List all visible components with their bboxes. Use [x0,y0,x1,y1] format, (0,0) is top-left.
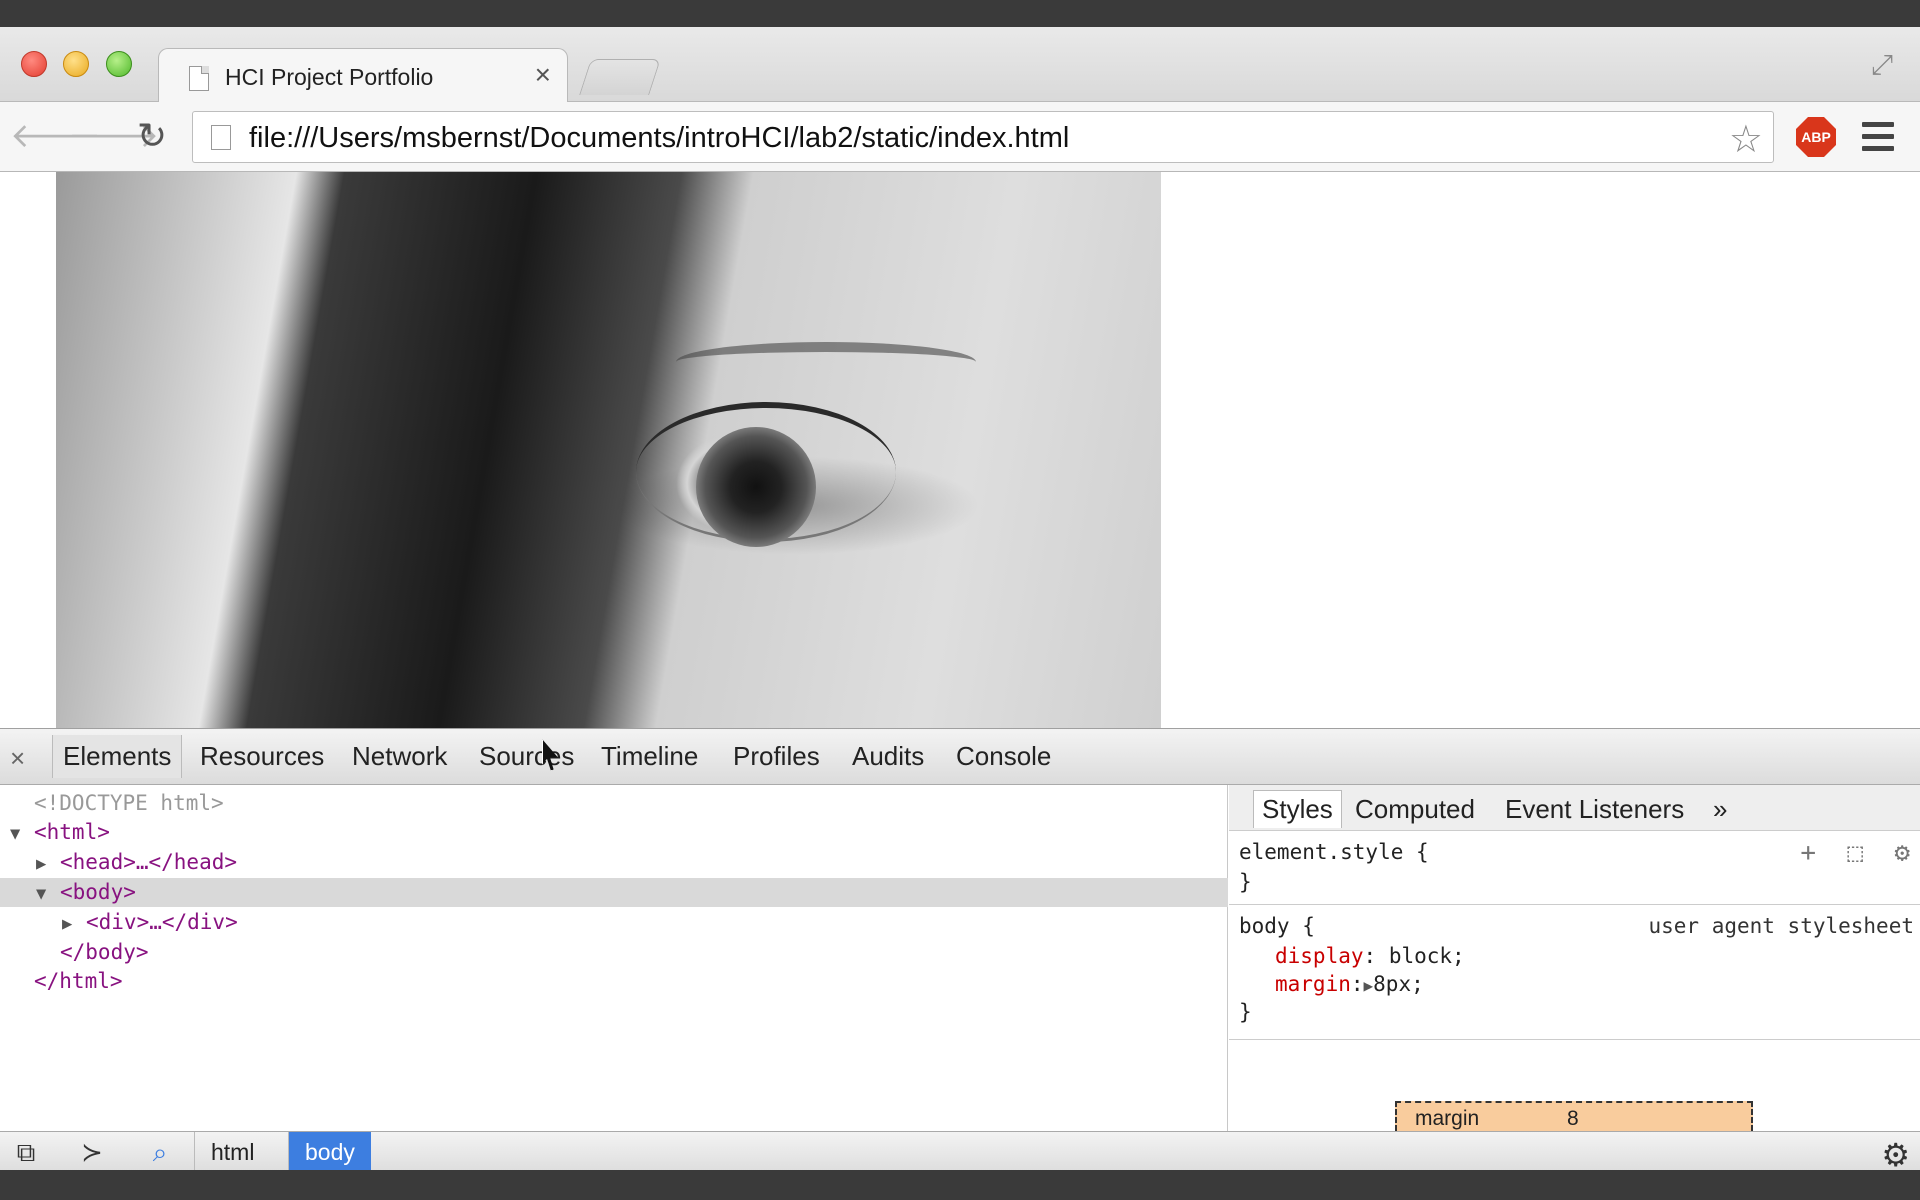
box-model-margin: margin 8 [1395,1101,1753,1131]
tab-strip: HCI Project Portfolio × ⤢ [0,27,1920,103]
tab-sources[interactable]: Sources [479,741,574,772]
more-tabs-icon[interactable]: » [1713,794,1727,825]
page-icon [189,66,209,91]
dom-node[interactable]: <!DOCTYPE html> [0,789,1228,818]
breadcrumb-html[interactable]: html [194,1132,270,1170]
style-property[interactable]: display: block; [1275,944,1465,968]
close-window-button[interactable] [21,51,47,77]
stylesheet-source: user agent stylesheet [1648,914,1914,938]
dom-node[interactable]: </body> [0,938,1228,967]
back-arrow-icon[interactable]: 🡐 [10,114,101,158]
devtools-tab-bar: × Elements Resources Network Sources Tim… [0,729,1920,785]
dom-tree: <!DOCTYPE html> ▼ <html> ▶ <head>…</head> … [0,785,1228,1131]
dock-icon[interactable]: ⧉ [6,1136,46,1168]
style-property[interactable]: margin:▶8px; [1275,972,1424,996]
portfolio-photo [56,172,1161,728]
minimize-window-button[interactable] [63,51,89,77]
console-drawer-icon[interactable]: ≻ [72,1136,112,1168]
add-rule-icon[interactable]: + [1800,838,1816,868]
tab-resources[interactable]: Resources [200,741,324,772]
adblock-plus-icon[interactable]: ABP [1796,117,1836,157]
tab-elements[interactable]: Elements [52,735,183,778]
expanded-triangle-icon[interactable]: ▼ [36,880,60,909]
page-icon [211,125,231,150]
tab-audits[interactable]: Audits [852,741,924,772]
styles-sidebar: Styles Computed Event Listeners » elemen… [1229,785,1920,1131]
tab-styles[interactable]: Styles [1253,790,1342,828]
element-style-selector[interactable]: element.style { [1239,840,1429,864]
dom-node[interactable]: </html> [0,967,1228,996]
expand-triangle-icon[interactable]: ▶ [1364,976,1374,995]
tab-event-listeners[interactable]: Event Listeners [1505,794,1684,825]
dom-node-selected[interactable]: ▼ <body> [0,878,1228,907]
new-tab-button[interactable] [579,59,661,95]
dom-node[interactable]: ▶ <head>…</head> [0,848,1228,877]
collapsed-triangle-icon[interactable]: ▶ [36,850,60,879]
devtools-close-icon[interactable]: × [10,743,25,774]
expanded-triangle-icon[interactable]: ▼ [10,820,34,849]
search-icon[interactable]: ⌕ [140,1136,180,1168]
style-settings-icon[interactable]: ⚙ [1894,838,1910,868]
bookmark-star-icon[interactable]: ☆ [1729,117,1763,162]
forward-arrow-icon[interactable]: 🡒 [68,114,159,158]
browser-toolbar: 🡐 🡒 ↻ file:///Users/msbernst/Documents/i… [0,102,1920,172]
reload-icon[interactable]: ↻ [130,114,174,158]
tab-timeline[interactable]: Timeline [601,741,698,772]
body-selector[interactable]: body { [1239,914,1315,938]
collapsed-triangle-icon[interactable]: ▶ [62,910,86,939]
fullscreen-icon[interactable]: ⤢ [1866,49,1898,81]
tab-profiles[interactable]: Profiles [733,741,820,772]
close-brace: } [1239,870,1252,894]
zoom-window-button[interactable] [106,51,132,77]
dom-node[interactable]: ▶ <div>…</div> [0,908,1228,937]
styles-tab-bar: Styles Computed Event Listeners » [1229,785,1920,831]
tab-title: HCI Project Portfolio [225,64,434,90]
breadcrumb-body[interactable]: body [288,1132,371,1170]
devtools-panel: × Elements Resources Network Sources Tim… [0,728,1920,1170]
close-brace: } [1239,1000,1252,1024]
tab-network[interactable]: Network [352,741,447,772]
dom-node[interactable]: ▼ <html> [0,818,1228,847]
browser-tab[interactable]: HCI Project Portfolio × [158,48,568,103]
element-state-icon[interactable]: ⬚ [1847,838,1863,868]
style-toolbar-icons: + ⬚ ⚙ [1800,838,1910,868]
address-bar[interactable]: file:///Users/msbernst/Documents/introHC… [192,111,1774,163]
page-viewport [0,172,1920,728]
url-text[interactable]: file:///Users/msbernst/Documents/introHC… [249,122,1069,155]
tab-close-icon[interactable]: × [535,59,551,91]
gear-icon[interactable]: ⚙ [1881,1136,1910,1170]
devtools-status-bar: ⧉ ≻ ⌕ html body ⚙ [0,1131,1920,1170]
browser-window: HCI Project Portfolio × ⤢ 🡐 🡒 ↻ file:///… [0,27,1920,1170]
tab-console[interactable]: Console [956,741,1051,772]
hamburger-menu-icon[interactable] [1862,122,1894,152]
tab-computed[interactable]: Computed [1355,794,1475,825]
